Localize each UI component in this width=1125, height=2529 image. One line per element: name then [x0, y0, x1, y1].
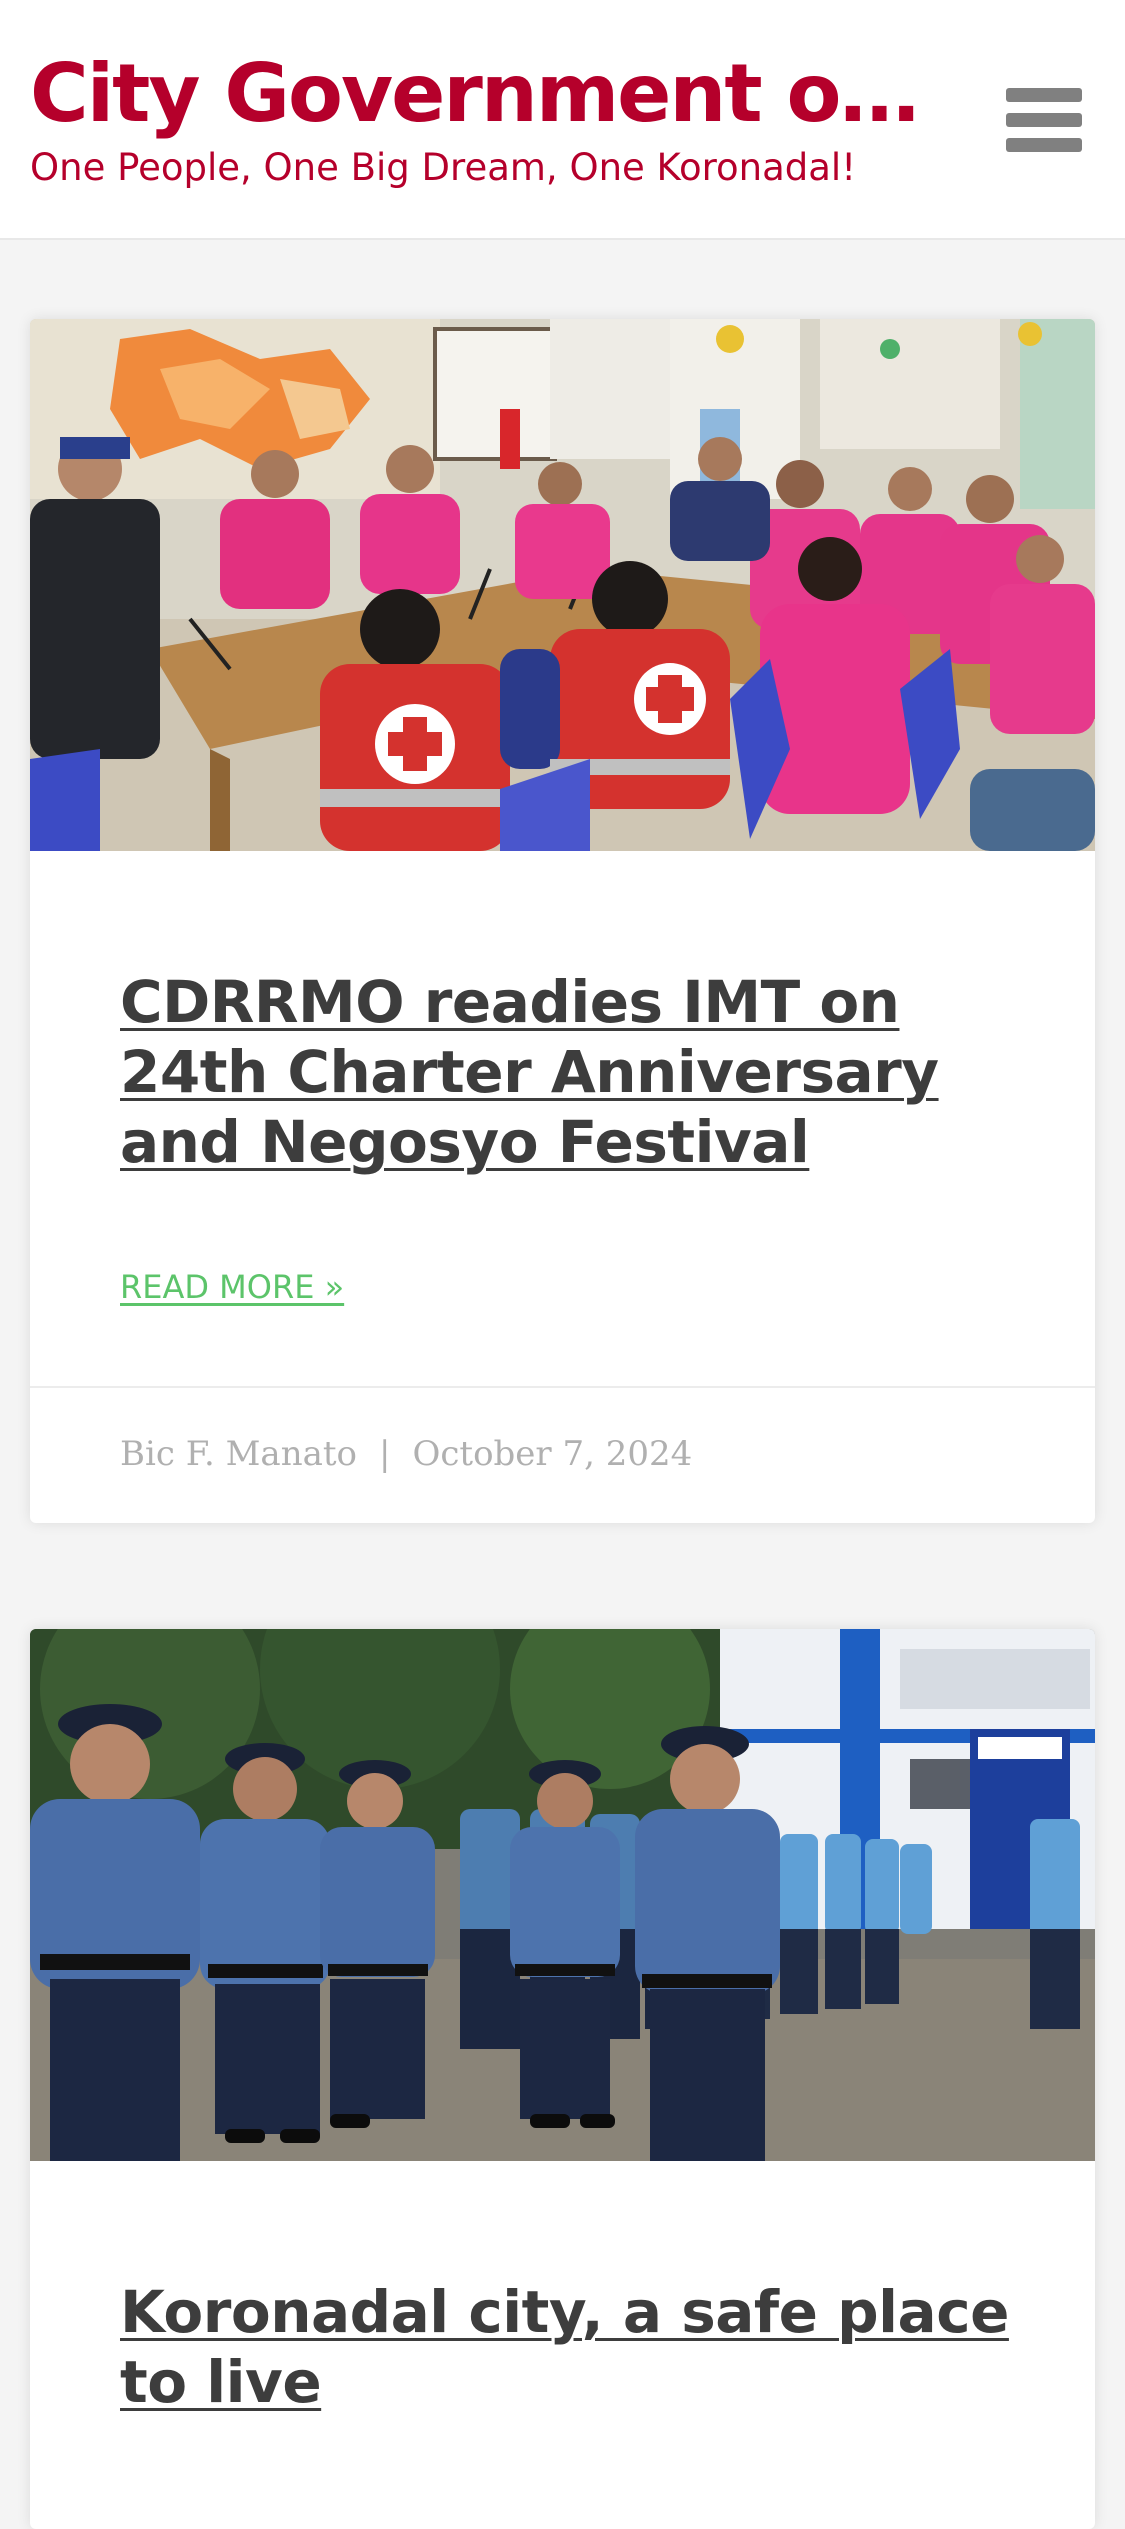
- menu-bar-middle: [1006, 113, 1082, 127]
- read-more-link[interactable]: READ MORE »: [120, 1267, 344, 1307]
- post-date: October 7, 2024: [412, 1434, 693, 1474]
- menu-bar-top: [1006, 88, 1082, 102]
- meta-separator: |: [379, 1434, 391, 1474]
- menu-bar-bottom: [1006, 138, 1082, 152]
- hamburger-menu-icon[interactable]: [1000, 84, 1086, 156]
- site-title-link[interactable]: City Government of Koronadal: [30, 44, 930, 144]
- post-card: Koronadal city, a safe place to live: [30, 1629, 1095, 2529]
- post-title: CDRRMO readies IMT on 24th Charter Anniv…: [120, 967, 1020, 1177]
- post-thumbnail-link[interactable]: [30, 319, 1095, 851]
- site-tagline: One People, One Big Dream, One Koronadal…: [30, 146, 857, 189]
- post-thumbnail-link[interactable]: [30, 1629, 1095, 2161]
- site-header: City Government of Koronadal One People,…: [0, 0, 1125, 240]
- post-title-link[interactable]: Koronadal city, a safe place to live: [120, 2278, 1009, 2416]
- post-title-link[interactable]: CDRRMO readies IMT on 24th Charter Anniv…: [120, 968, 939, 1176]
- post-title: Koronadal city, a safe place to live: [120, 2277, 1020, 2417]
- post-card: CDRRMO readies IMT on 24th Charter Anniv…: [30, 319, 1095, 1523]
- post-meta: Bic F. Manato | October 7, 2024: [120, 1434, 692, 1474]
- post-meta-footer: Bic F. Manato | October 7, 2024: [30, 1386, 1095, 1523]
- police-formation-photo: [30, 1629, 1095, 2161]
- post-author: Bic F. Manato: [120, 1434, 358, 1474]
- meeting-photo: [30, 319, 1095, 851]
